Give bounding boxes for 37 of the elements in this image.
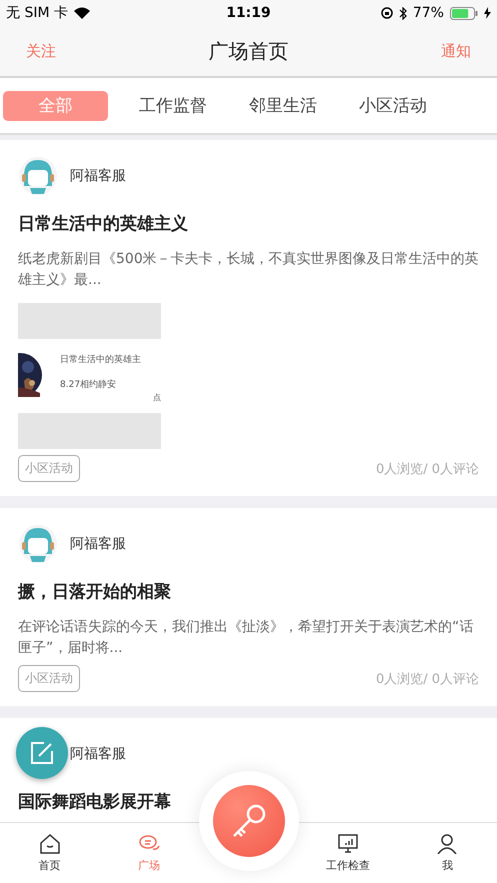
page-title: 广场首页 <box>208 38 288 64</box>
post-tag: 小区活动 <box>18 665 80 692</box>
rotation-lock-icon <box>380 7 393 19</box>
wifi-icon <box>74 7 90 19</box>
preview-subtitle: 8.27相约静安 <box>60 378 118 391</box>
post-card[interactable]: 阿福客服 撅，日落开始的相聚 在评论话语失踪的今天，我们推出《扯淡》，希望打开关于表演艺术的“话匣子”，届时将... 小区活动 0人浏览/ 0人评论 <box>0 508 497 706</box>
author-name: 阿福客服 <box>70 167 126 185</box>
carrier-text: 无 SIM 卡 <box>6 4 68 22</box>
author-name: 阿福客服 <box>70 535 126 553</box>
monitor-icon <box>336 834 359 854</box>
post-stats: 0人浏览/ 0人评论 <box>376 460 479 478</box>
post-title: 日常生活中的英雄主义 <box>18 213 189 235</box>
tab-bar-item[interactable]: 工作检查 <box>298 823 398 883</box>
author-name: 阿福客服 <box>70 745 126 763</box>
tab-bar-item[interactable]: 首页 <box>0 823 100 883</box>
post-title: 撅，日落开始的相聚 <box>18 581 172 603</box>
battery-icon <box>450 6 478 20</box>
preview-more-text: 点 <box>153 392 161 403</box>
post-excerpt: 在评论话语失踪的今天，我们推出《扯淡》，希望打开关于表演艺术的“话匣子”，届时将... <box>18 618 474 658</box>
category-tab[interactable]: 邻里生活 <box>238 90 328 120</box>
tab-bar-item[interactable]: 我 <box>398 823 497 883</box>
category-tab[interactable]: 小区活动 <box>348 90 438 120</box>
preview-title: 日常生活中的英雄主 <box>60 354 141 366</box>
post-excerpt: 纸老虎新剧目《500米－卡夫卡，长城，不真实世界图像及日常生活中的英雄主义》最... <box>18 250 479 290</box>
post-stats: 0人浏览/ 0人评论 <box>376 670 479 688</box>
post-title: 国际舞蹈电影展开幕 <box>18 791 172 813</box>
post-tag: 小区活动 <box>18 455 80 482</box>
post-card[interactable]: 阿福客服 日常生活中的英雄主义 纸老虎新剧目《500米－卡夫卡，长城，不真实世界图像及日常生活中的英雄主义》最... 日常生活中的英雄主 8.27相约静安 点 小区活动 0人浏览/ 0人评论 <box>0 140 497 496</box>
post-card[interactable]: 阿福客服 国际舞蹈电影展开幕 <box>0 718 497 822</box>
home-icon <box>38 834 61 854</box>
edit-icon <box>30 741 54 765</box>
key-button[interactable] <box>212 785 284 857</box>
clock-text: 11:19 <box>226 5 271 21</box>
category-tab[interactable]: 工作监督 <box>128 90 218 120</box>
bluetooth-icon <box>398 6 407 20</box>
person-icon <box>436 834 458 854</box>
battery-percent: 77% <box>412 5 444 21</box>
